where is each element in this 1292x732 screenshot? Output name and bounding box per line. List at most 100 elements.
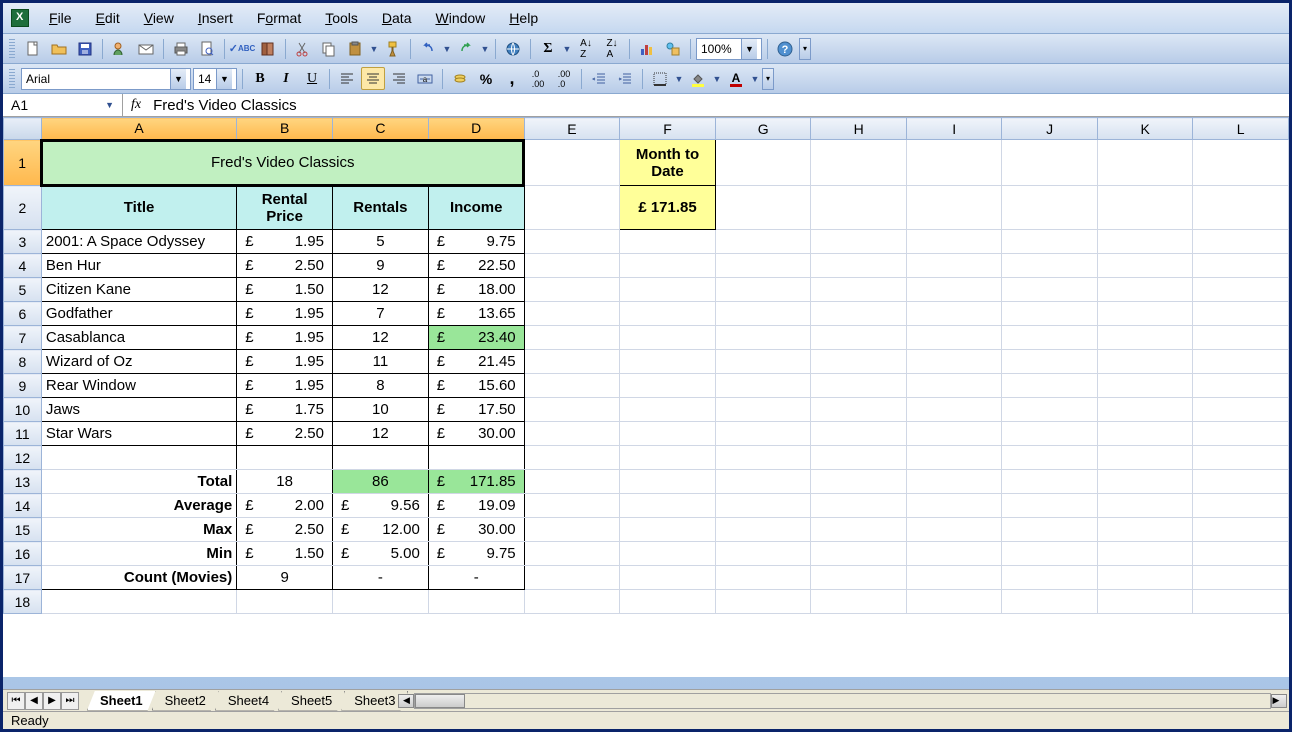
cell-D10[interactable]: £17.50 <box>428 398 524 422</box>
menu-format[interactable]: Format <box>247 7 311 29</box>
cell-J1[interactable] <box>1002 140 1098 186</box>
cell-H15[interactable] <box>811 518 907 542</box>
paste-dropdown[interactable]: ▼ <box>369 44 379 54</box>
cell-D18[interactable] <box>428 590 524 614</box>
cell-K1[interactable] <box>1097 140 1193 186</box>
cell-K2[interactable] <box>1097 186 1193 230</box>
cell-E17[interactable] <box>524 566 620 590</box>
cell-C2[interactable]: Rentals <box>333 186 429 230</box>
cell-E14[interactable] <box>524 494 620 518</box>
col-header-H[interactable]: H <box>811 118 907 140</box>
cell-E1[interactable] <box>524 140 620 186</box>
cell-A16[interactable]: Min <box>41 542 236 566</box>
cell-F14[interactable] <box>620 494 716 518</box>
cell-L16[interactable] <box>1193 542 1289 566</box>
cell-G9[interactable] <box>715 374 811 398</box>
col-header-G[interactable]: G <box>715 118 811 140</box>
cell-A14[interactable]: Average <box>41 494 236 518</box>
cell-C11[interactable]: 12 <box>333 422 429 446</box>
cell-D12[interactable] <box>428 446 524 470</box>
cell-C12[interactable] <box>333 446 429 470</box>
cell-J7[interactable] <box>1002 326 1098 350</box>
cell-B5[interactable]: £1.50 <box>237 278 333 302</box>
menu-insert[interactable]: Insert <box>188 7 243 29</box>
menu-view[interactable]: View <box>134 7 184 29</box>
cell-J9[interactable] <box>1002 374 1098 398</box>
toolbar-options[interactable]: ▾ <box>799 38 811 60</box>
cell-E15[interactable] <box>524 518 620 542</box>
increase-decimal-icon[interactable]: .0.00 <box>526 67 550 90</box>
cell-C5[interactable]: 12 <box>333 278 429 302</box>
italic-icon[interactable]: I <box>274 67 298 90</box>
cell-H4[interactable] <box>811 254 907 278</box>
cell-D17[interactable]: - <box>428 566 524 590</box>
cell-I18[interactable] <box>906 590 1002 614</box>
cell-H5[interactable] <box>811 278 907 302</box>
cell-G14[interactable] <box>715 494 811 518</box>
row-header-15[interactable]: 15 <box>4 518 42 542</box>
fx-icon[interactable]: fx <box>131 97 141 113</box>
undo-dropdown[interactable]: ▼ <box>442 44 452 54</box>
fill-color-icon[interactable] <box>686 67 710 90</box>
cell-C6[interactable]: 7 <box>333 302 429 326</box>
cell-L2[interactable] <box>1193 186 1289 230</box>
cell-J10[interactable] <box>1002 398 1098 422</box>
horizontal-scrollbar[interactable]: ◀ ▶ <box>414 693 1271 709</box>
cell-J13[interactable] <box>1002 470 1098 494</box>
row-header-18[interactable]: 18 <box>4 590 42 614</box>
help-icon[interactable]: ? <box>773 37 797 60</box>
cell-B17[interactable]: 9 <box>237 566 333 590</box>
cell-D4[interactable]: £22.50 <box>428 254 524 278</box>
scroll-right-icon[interactable]: ▶ <box>1271 694 1287 708</box>
row-header-2[interactable]: 2 <box>4 186 42 230</box>
cell-D5[interactable]: £18.00 <box>428 278 524 302</box>
cell-K13[interactable] <box>1097 470 1193 494</box>
cell-F9[interactable] <box>620 374 716 398</box>
cell-F18[interactable] <box>620 590 716 614</box>
col-header-L[interactable]: L <box>1193 118 1289 140</box>
tab-last-icon[interactable]: ⏭ <box>61 692 79 710</box>
font-combo[interactable]: Arial▼ <box>21 68 191 90</box>
align-center-icon[interactable] <box>361 67 385 90</box>
sort-asc-icon[interactable]: A↓Z <box>574 37 598 60</box>
cell-B13[interactable]: 18 <box>237 470 333 494</box>
cell-I7[interactable] <box>906 326 1002 350</box>
cell-K4[interactable] <box>1097 254 1193 278</box>
cell-I14[interactable] <box>906 494 1002 518</box>
cell-H6[interactable] <box>811 302 907 326</box>
cell-J17[interactable] <box>1002 566 1098 590</box>
cell-G1[interactable] <box>715 140 811 186</box>
cell-I17[interactable] <box>906 566 1002 590</box>
cell-A9[interactable]: Rear Window <box>41 374 236 398</box>
scroll-left-icon[interactable]: ◀ <box>398 694 414 708</box>
cell-A3[interactable]: 2001: A Space Odyssey <box>41 230 236 254</box>
cell-L14[interactable] <box>1193 494 1289 518</box>
cell-I11[interactable] <box>906 422 1002 446</box>
autosum-dropdown[interactable]: ▼ <box>562 44 572 54</box>
borders-icon[interactable] <box>648 67 672 90</box>
cell-L9[interactable] <box>1193 374 1289 398</box>
cell-E8[interactable] <box>524 350 620 374</box>
menu-edit[interactable]: Edit <box>86 7 130 29</box>
cell-K9[interactable] <box>1097 374 1193 398</box>
size-combo[interactable]: 14▼ <box>193 68 237 90</box>
cell-G7[interactable] <box>715 326 811 350</box>
row-header-14[interactable]: 14 <box>4 494 42 518</box>
cell-B18[interactable] <box>237 590 333 614</box>
cell-E11[interactable] <box>524 422 620 446</box>
namebox-dropdown-icon[interactable]: ▼ <box>105 100 114 110</box>
cell-A8[interactable]: Wizard of Oz <box>41 350 236 374</box>
cell-B6[interactable]: £1.95 <box>237 302 333 326</box>
print-icon[interactable] <box>169 37 193 60</box>
cell-B15[interactable]: £2.50 <box>237 518 333 542</box>
sheet-tab-sheet2[interactable]: Sheet2 <box>152 691 219 711</box>
cell-L6[interactable] <box>1193 302 1289 326</box>
cell-G18[interactable] <box>715 590 811 614</box>
row-header-5[interactable]: 5 <box>4 278 42 302</box>
cell-G12[interactable] <box>715 446 811 470</box>
cell-E12[interactable] <box>524 446 620 470</box>
cell-E10[interactable] <box>524 398 620 422</box>
cell-D8[interactable]: £21.45 <box>428 350 524 374</box>
worksheet-grid[interactable]: ABCDEFGHIJKL1Fred's Video ClassicsMonth … <box>3 117 1289 677</box>
formula-bar[interactable]: Fred's Video Classics <box>153 97 296 114</box>
